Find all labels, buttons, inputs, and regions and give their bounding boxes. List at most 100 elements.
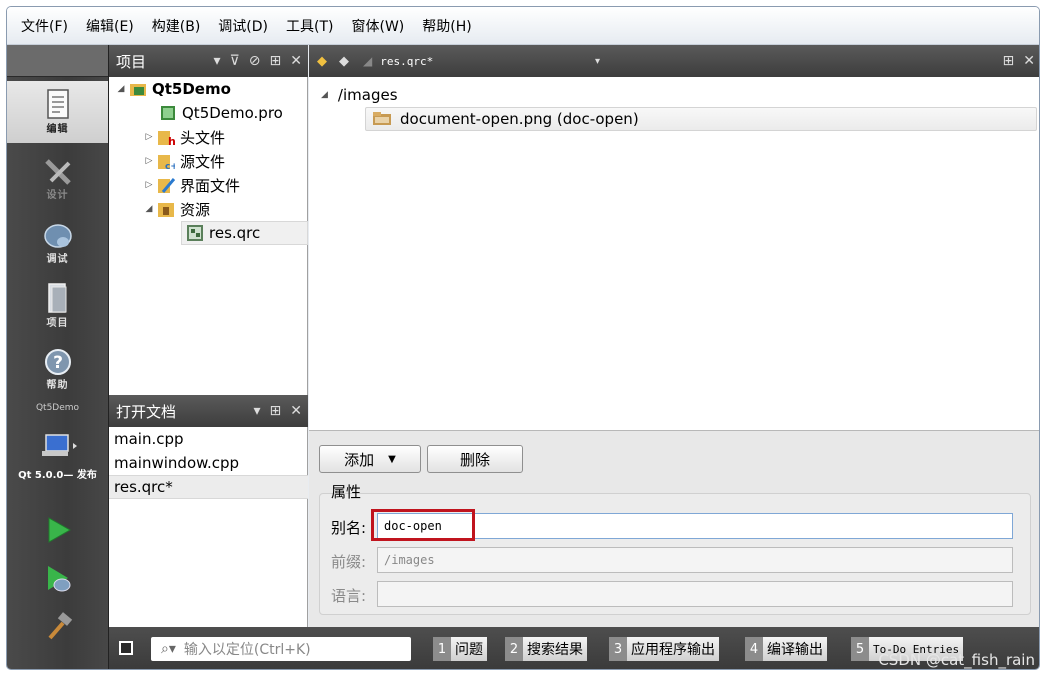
open-docs-title: 打开文档	[116, 402, 177, 421]
mode-design[interactable]: 设计	[7, 149, 108, 211]
expanded-arrow-icon[interactable]: ◢	[321, 90, 328, 100]
mode-help[interactable]: ? 帮助	[7, 341, 108, 403]
alias-label: 别名:	[331, 519, 367, 537]
kit-selector[interactable]: Qt 5.0.0— 发布	[7, 431, 108, 481]
tree-label: 界面文件	[180, 176, 241, 195]
mode-debug-label: 调试	[46, 254, 69, 265]
tab-number: 3	[609, 637, 627, 661]
watermark: CSDN @cat_fish_rain	[878, 651, 1035, 669]
menu-edit[interactable]: 编辑(E)	[86, 16, 134, 36]
output-tab-search[interactable]: 2 搜索结果	[505, 637, 587, 661]
project-pane-header: 项目 ▾ ⊽ ⊘ ⊞ ✕	[109, 45, 308, 77]
run-button[interactable]	[7, 515, 108, 551]
close-icon[interactable]: ✕	[1023, 53, 1035, 69]
kit-label: Qt 5.0.0— 发布	[18, 470, 97, 481]
tab-label: 编译输出	[763, 637, 827, 661]
view-dropdown-icon[interactable]: ▾	[254, 403, 261, 419]
run-play-icon	[48, 517, 71, 543]
properties-title: 属性	[331, 483, 362, 501]
debug-run-button[interactable]	[7, 563, 108, 599]
collapsed-arrow-icon[interactable]: ▷	[141, 132, 157, 142]
link-sync-icon[interactable]: ⊘	[249, 53, 261, 69]
headers-folder-icon: h	[157, 128, 176, 148]
file-dropdown-icon[interactable]: ▾	[595, 56, 600, 67]
delete-button[interactable]: 删除	[427, 445, 523, 473]
tree-node-headers[interactable]: ▷ h 头文件	[141, 125, 225, 149]
resource-prefix-node[interactable]: ◢ /images	[321, 83, 398, 107]
menu-bar: 文件(F) 编辑(E) 构建(B) 调试(D) 工具(T) 窗体(W) 帮助(H…	[7, 7, 1039, 45]
collapsed-arrow-icon[interactable]: ▷	[141, 180, 157, 190]
prefix-input[interactable]: /images	[377, 547, 1013, 573]
prefix-label: /images	[337, 86, 398, 104]
open-doc-item-selected[interactable]: res.qrc*	[109, 475, 308, 499]
output-tab-compile[interactable]: 4 编译输出	[745, 637, 827, 661]
resource-properties-panel: 添加 ▼ 删除 属性 别名: doc-open 前缀: /images 语言:	[309, 431, 1039, 627]
svg-text:?: ?	[53, 353, 63, 373]
close-icon[interactable]: ✕	[290, 53, 302, 69]
tree-label: res.qrc	[209, 224, 261, 242]
tree-label: Qt5Demo	[152, 80, 231, 98]
language-input[interactable]	[377, 581, 1013, 607]
resource-tree: ◢ /images document-open.png (doc-open)	[309, 77, 1039, 431]
add-button[interactable]: 添加 ▼	[319, 445, 421, 473]
editor-toolbar: ◆ ◆ ◢ res.qrc* ▾ ⊞ ✕	[309, 45, 1039, 77]
close-icon[interactable]: ✕	[290, 403, 302, 419]
tree-node-sources[interactable]: ▷ c+ 源文件	[141, 149, 225, 173]
svg-text:h: h	[168, 135, 175, 146]
forward-arrow-icon[interactable]: ◆	[339, 54, 349, 69]
view-dropdown-icon[interactable]: ▾	[214, 53, 221, 69]
mode-projects-label: 项目	[46, 318, 69, 329]
tree-node-project[interactable]: ◢ Qt5Demo	[113, 77, 231, 101]
menu-debug[interactable]: 调试(D)	[218, 16, 268, 36]
tree-node-qrc[interactable]: res.qrc	[181, 221, 308, 245]
toggle-sidebar-icon[interactable]	[119, 641, 133, 655]
filter-icon[interactable]: ⊽	[230, 53, 240, 69]
search-icon: ⌕▾	[161, 641, 176, 657]
locator-input[interactable]: ⌕▾ 输入以定位(Ctrl+K)	[151, 637, 411, 661]
qt-creator-window: 文件(F) 编辑(E) 构建(B) 调试(D) 工具(T) 窗体(W) 帮助(H…	[6, 6, 1040, 670]
mode-edit[interactable]: 编辑	[7, 81, 108, 143]
tree-node-forms[interactable]: ▷ 界面文件	[141, 173, 240, 197]
tab-label: 应用程序输出	[627, 637, 719, 661]
mode-projects[interactable]: 项目	[7, 277, 108, 339]
edit-document-icon	[46, 89, 69, 119]
menu-help[interactable]: 帮助(H)	[422, 16, 471, 36]
tree-node-pro-file[interactable]: Qt5Demo.pro	[159, 101, 283, 125]
help-question-icon: ?	[44, 349, 71, 375]
file-lock-icon: ◢	[363, 54, 373, 68]
editor-header-icons: ⊞ ✕	[1003, 45, 1035, 77]
expanded-arrow-icon[interactable]: ◢	[141, 204, 157, 214]
tree-label: Qt5Demo.pro	[182, 104, 283, 122]
collapsed-arrow-icon[interactable]: ▷	[141, 156, 157, 166]
output-tab-app-output[interactable]: 3 应用程序输出	[609, 637, 719, 661]
expanded-arrow-icon[interactable]: ◢	[113, 84, 129, 94]
output-tab-issues[interactable]: 1 问题	[433, 637, 487, 661]
mode-debug[interactable]: 调试	[7, 213, 108, 275]
tab-number: 5	[851, 637, 869, 661]
debug-bug-icon	[43, 224, 72, 248]
tree-node-resources[interactable]: ◢ 资源	[141, 197, 210, 221]
tab-label: 问题	[451, 637, 487, 661]
open-doc-item[interactable]: main.cpp	[109, 427, 308, 451]
open-docs-toolbar: ▾ ⊞ ✕	[254, 395, 303, 427]
project-pane-toolbar: ▾ ⊽ ⊘ ⊞ ✕	[214, 45, 302, 77]
split-icon[interactable]: ⊞	[1003, 53, 1015, 69]
menu-tools[interactable]: 工具(T)	[286, 16, 333, 36]
tab-number: 2	[505, 637, 523, 661]
prefix-field-label: 前缀:	[331, 553, 367, 571]
build-button[interactable]	[7, 611, 108, 647]
menu-file[interactable]: 文件(F)	[21, 16, 68, 36]
status-bar: ⌕▾ 输入以定位(Ctrl+K) 1 问题 2 搜索结果 3 应用程序输出 4 …	[109, 627, 1039, 669]
menu-build[interactable]: 构建(B)	[152, 16, 201, 36]
editor-file-name[interactable]: res.qrc*	[380, 55, 433, 68]
tab-number: 4	[745, 637, 763, 661]
project-book-icon	[47, 283, 66, 313]
open-doc-item[interactable]: mainwindow.cpp	[109, 451, 308, 475]
split-icon[interactable]: ⊞	[270, 53, 282, 69]
resources-folder-icon	[157, 200, 175, 218]
split-icon[interactable]: ⊞	[270, 403, 282, 419]
back-arrow-icon[interactable]: ◆	[317, 54, 327, 69]
language-label: 语言:	[331, 587, 367, 605]
resource-file-node[interactable]: document-open.png (doc-open)	[365, 107, 1037, 131]
menu-window[interactable]: 窗体(W)	[352, 16, 405, 36]
